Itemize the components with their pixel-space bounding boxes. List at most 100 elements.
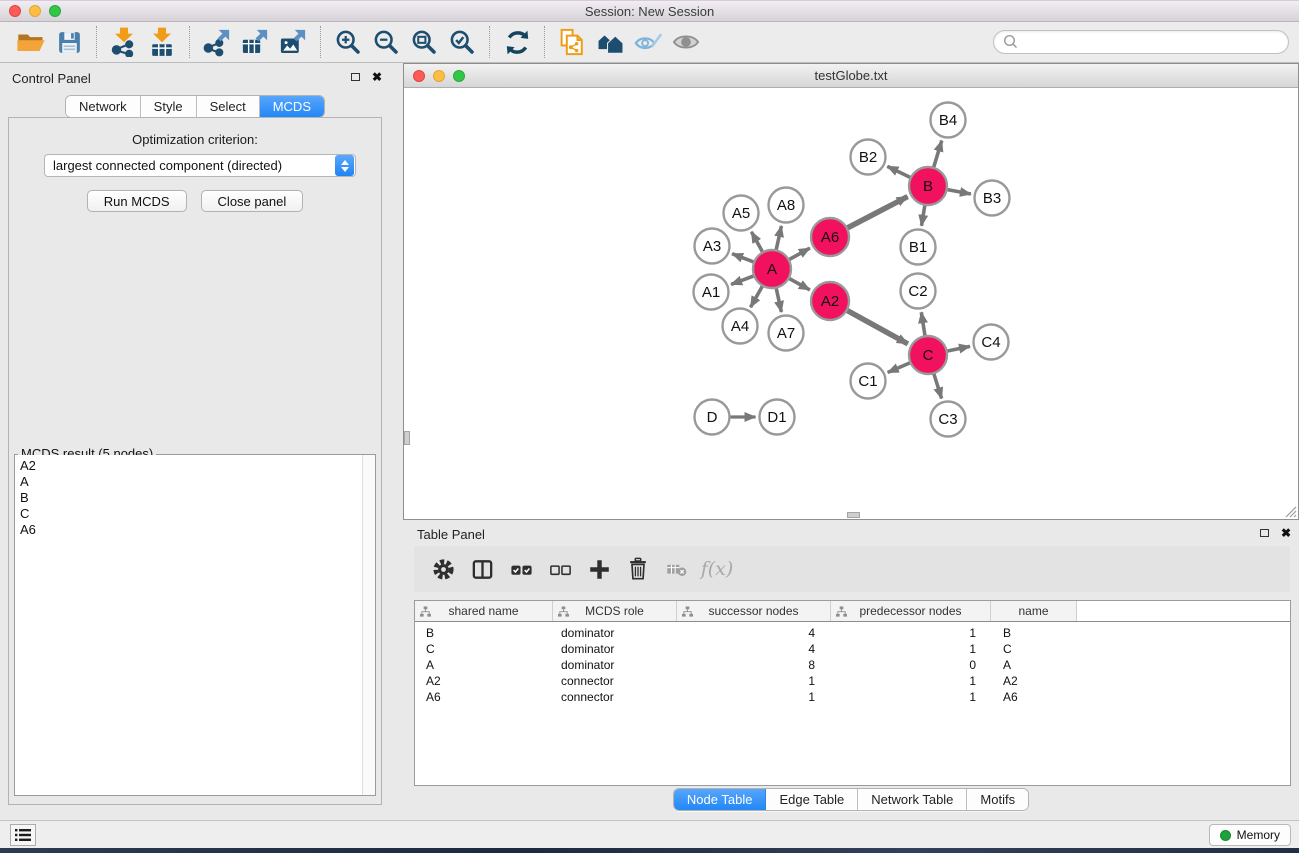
refresh-view-button[interactable] [498,24,536,60]
zoom-in-button[interactable] [329,24,367,60]
graph-node-A[interactable]: A [753,250,791,288]
svg-text:C2: C2 [908,283,927,300]
graph-node-B4[interactable]: B4 [931,103,966,138]
close-table-panel-icon[interactable]: ✖ [1281,528,1291,538]
export-network-button[interactable] [198,24,236,60]
graph-node-A3[interactable]: A3 [695,229,730,264]
hide-details-button[interactable] [629,24,667,60]
graph-node-A1[interactable]: A1 [694,275,729,310]
mcds-result-box: MCDS result (5 nodes) A2ABCA6 [14,454,376,796]
float-table-panel-icon[interactable] [1260,529,1269,537]
open-session-button[interactable] [12,24,50,60]
column-header-predecessor-nodes[interactable]: predecessor nodes [831,601,991,621]
run-mcds-button[interactable]: Run MCDS [87,190,187,212]
column-header-name[interactable]: name [991,601,1077,621]
network-window-titlebar: testGlobe.txt [404,64,1298,88]
table-settings-button[interactable] [430,556,456,582]
save-session-button[interactable] [50,24,88,60]
horizontal-scroll-thumb[interactable] [847,512,860,518]
table-cell: dominator [553,658,677,672]
column-type-icon [682,606,693,620]
mcds-result-item[interactable]: A2 [15,458,362,474]
mcds-result-item[interactable]: A [15,474,362,490]
graph-node-C2[interactable]: C2 [901,274,936,309]
graph-node-C3[interactable]: C3 [931,402,966,437]
network-overview-button[interactable] [591,24,629,60]
network-canvas[interactable]: B4 B2 B B3 A8 A5 A6 A3 B1 A C2 A1 A2 A4 A7 C4 C C1 C3 D D1 [404,88,1298,519]
result-scrollbar[interactable] [362,455,375,795]
delete-table-button[interactable] [664,556,690,582]
export-table-button[interactable] [236,24,274,60]
zoom-selected-button[interactable] [443,24,481,60]
column-header-successor-nodes[interactable]: successor nodes [677,601,831,621]
import-network-button[interactable] [105,24,143,60]
criterion-dropdown[interactable]: largest connected component (directed) [44,154,356,177]
svg-text:A2: A2 [821,293,839,310]
column-view-button[interactable] [469,556,495,582]
network-graph[interactable]: B4 B2 B B3 A8 A5 A6 A3 B1 A C2 A1 A2 A4 A7 C4 C C1 C3 D D1 [404,88,1298,519]
mcds-result-item[interactable]: B [15,490,362,506]
duplicate-network-button[interactable] [553,24,591,60]
graph-node-A4[interactable]: A4 [723,309,758,344]
table-tab-edge-table[interactable]: Edge Table [766,789,858,810]
deselect-all-columns-button[interactable] [547,556,573,582]
tab-network[interactable]: Network [66,96,141,117]
memory-button[interactable]: Memory [1209,824,1291,846]
toolbar-separator [96,26,97,58]
table-panel-title: Table Panel [417,527,485,542]
show-details-button[interactable] [667,24,705,60]
graph-node-A5[interactable]: A5 [724,196,759,231]
graph-node-A6[interactable]: A6 [811,218,849,256]
select-all-columns-button[interactable] [508,556,534,582]
mcds-result-item[interactable]: A6 [15,522,362,538]
table-row[interactable]: A2connector11A2 [415,673,1290,689]
graph-node-B2[interactable]: B2 [851,140,886,175]
graph-node-B[interactable]: B [909,167,947,205]
graph-node-C4[interactable]: C4 [974,325,1009,360]
tab-select[interactable]: Select [197,96,260,117]
add-column-button[interactable] [586,556,612,582]
close-panel-icon[interactable]: ✖ [372,72,382,82]
delete-columns-button[interactable] [625,556,651,582]
search-field[interactable] [993,30,1289,54]
table-cell: 1 [677,674,831,688]
close-panel-button[interactable]: Close panel [201,190,304,212]
graph-node-D[interactable]: D [695,400,730,435]
float-panel-icon[interactable] [351,73,360,81]
zoom-fit-button[interactable] [405,24,443,60]
node-table[interactable]: shared nameMCDS rolesuccessor nodesprede… [414,600,1291,786]
function-builder-button[interactable]: f(x) [703,556,729,582]
column-header-mcds-role[interactable]: MCDS role [553,601,677,621]
table-tab-network-table[interactable]: Network Table [858,789,967,810]
table-row[interactable]: A6connector11A6 [415,689,1290,705]
search-input[interactable] [1020,32,1280,52]
import-table-button[interactable] [143,24,181,60]
vertical-scroll-thumb[interactable] [404,431,410,445]
graph-node-A7[interactable]: A7 [769,316,804,351]
graph-node-A8[interactable]: A8 [769,188,804,223]
table-row[interactable]: Cdominator41C [415,641,1290,657]
control-panel: Control Panel ✖ NetworkStyleSelectMCDS O… [0,63,390,820]
table-tab-motifs[interactable]: Motifs [967,789,1028,810]
zoom-out-button[interactable] [367,24,405,60]
table-row[interactable]: Adominator80A [415,657,1290,673]
resize-grip-icon[interactable] [1283,504,1297,518]
import-network-icon [109,27,139,57]
table-cell: 0 [831,658,991,672]
graph-node-C[interactable]: C [909,336,947,374]
column-header-shared-name[interactable]: shared name [415,601,553,621]
graph-node-B3[interactable]: B3 [975,181,1010,216]
export-image-button[interactable] [274,24,312,60]
task-history-button[interactable] [10,824,36,846]
tab-style[interactable]: Style [141,96,197,117]
mcds-result-item[interactable]: C [15,506,362,522]
dropdown-stepper-icon [335,155,354,176]
graph-node-B1[interactable]: B1 [901,230,936,265]
graph-node-D1[interactable]: D1 [760,400,795,435]
graph-node-A2[interactable]: A2 [811,282,849,320]
table-tab-node-table[interactable]: Node Table [674,789,767,810]
table-row[interactable]: Bdominator41B [415,625,1290,641]
graph-node-C1[interactable]: C1 [851,364,886,399]
control-panel-tabbar: NetworkStyleSelectMCDS [65,95,325,118]
tab-mcds[interactable]: MCDS [260,96,324,117]
